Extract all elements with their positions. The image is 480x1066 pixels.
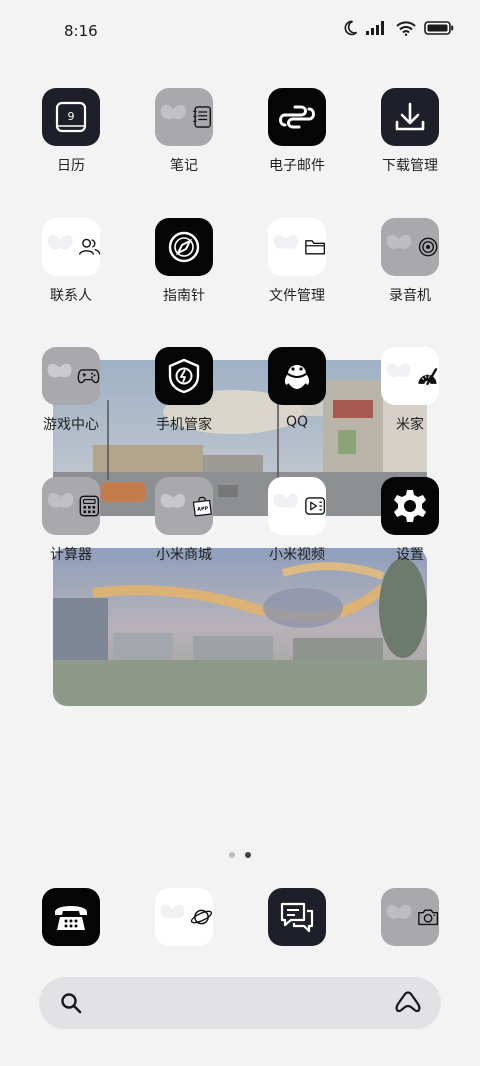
- dock-messages[interactable]: [268, 888, 326, 946]
- dock-camera[interactable]: [381, 888, 439, 946]
- app-label-mi-store: 小米商城: [156, 547, 212, 563]
- app-notes[interactable]: 笔记: [134, 88, 234, 175]
- compass-icon: [155, 218, 213, 276]
- app-compass[interactable]: 指南针: [134, 218, 234, 305]
- store-icon: APP: [155, 477, 213, 535]
- moon-icon: [342, 20, 358, 36]
- video-icon: [268, 477, 326, 535]
- photo-widget-sunset[interactable]: [53, 548, 427, 706]
- app-mi-video[interactable]: 小米视频: [247, 477, 347, 564]
- page-dot-2-active[interactable]: [245, 852, 251, 858]
- app-label-mi-video: 小米视频: [269, 547, 325, 563]
- search-icon[interactable]: [60, 992, 82, 1018]
- calculator-icon: [42, 477, 100, 535]
- app-label-email: 电子邮件: [269, 158, 325, 174]
- dock-phone[interactable]: [42, 888, 100, 946]
- app-label-notes: 笔记: [170, 158, 198, 174]
- gamepad-icon: [42, 347, 100, 405]
- app-recorder[interactable]: 录音机: [360, 218, 460, 305]
- app-contacts[interactable]: 联系人: [21, 218, 121, 305]
- search-bar[interactable]: [39, 977, 441, 1029]
- app-mi-store[interactable]: APP 小米商城: [134, 477, 234, 564]
- settings-icon: [381, 477, 439, 535]
- page-indicator: [0, 852, 480, 858]
- camera-icon: [381, 888, 439, 946]
- app-game-center[interactable]: 游戏中心: [21, 347, 121, 434]
- app-settings[interactable]: 设置: [360, 477, 460, 564]
- signal-icon: [366, 21, 388, 35]
- app-label-calendar: 日历: [57, 158, 85, 174]
- app-mijia[interactable]: 米家: [360, 347, 460, 434]
- wifi-icon: [396, 20, 416, 36]
- messages-icon: [268, 888, 326, 946]
- calendar-icon: 9: [42, 88, 100, 146]
- mijia-icon: [381, 347, 439, 405]
- app-email[interactable]: 电子邮件: [247, 88, 347, 175]
- status-time: 8:16: [64, 22, 98, 40]
- app-security[interactable]: 手机管家: [134, 347, 234, 434]
- shield-icon: [155, 347, 213, 405]
- app-label-mijia: 米家: [396, 417, 424, 433]
- download-icon: [381, 88, 439, 146]
- recorder-icon: [381, 218, 439, 276]
- app-files[interactable]: 文件管理: [247, 218, 347, 305]
- app-calculator[interactable]: 计算器: [21, 477, 121, 564]
- status-icons: [342, 20, 454, 36]
- assistant-icon[interactable]: [395, 991, 421, 1019]
- status-bar: 8:16: [0, 0, 480, 62]
- app-label-downloads: 下载管理: [382, 158, 438, 174]
- notes-icon: [155, 88, 213, 146]
- app-calendar[interactable]: 9 日历: [21, 88, 121, 175]
- contacts-icon: [42, 218, 100, 276]
- app-label-settings: 设置: [396, 547, 424, 563]
- folder-icon: [268, 218, 326, 276]
- calendar-day-number: 9: [68, 110, 75, 123]
- battery-icon: [424, 21, 454, 35]
- email-icon: [268, 88, 326, 146]
- app-label-recorder: 录音机: [389, 288, 431, 304]
- app-label-game-center: 游戏中心: [43, 417, 99, 433]
- app-label-contacts: 联系人: [50, 288, 92, 304]
- app-qq[interactable]: QQ: [247, 347, 347, 430]
- qq-icon: [268, 347, 326, 405]
- app-label-files: 文件管理: [269, 288, 325, 304]
- page-dot-1[interactable]: [229, 852, 235, 858]
- dock-browser[interactable]: [155, 888, 213, 946]
- phone-icon: [42, 888, 100, 946]
- app-label-calculator: 计算器: [50, 547, 92, 563]
- store-badge-text: APP: [197, 506, 209, 513]
- browser-icon: [155, 888, 213, 946]
- app-downloads[interactable]: 下载管理: [360, 88, 460, 175]
- app-label-qq: QQ: [285, 414, 309, 430]
- app-label-security: 手机管家: [156, 417, 212, 433]
- app-label-compass: 指南针: [163, 288, 205, 304]
- sunset-photo: [53, 548, 427, 706]
